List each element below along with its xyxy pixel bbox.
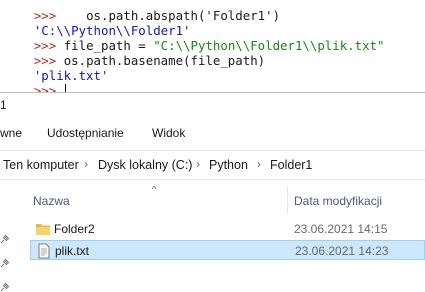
ribbon-tabs: wne Udostępnianie Widok	[0, 120, 425, 148]
breadcrumb-python[interactable]: Python	[209, 158, 248, 172]
tab-share[interactable]: Udostępnianie	[47, 126, 124, 140]
column-divider[interactable]	[287, 186, 288, 214]
chevron-right-icon[interactable]: ›	[257, 157, 261, 171]
file-date: 23.06.2021 14:23	[295, 244, 389, 258]
file-name: Folder2	[54, 222, 95, 236]
shell-prompt: >>>	[33, 83, 57, 92]
pin-icon[interactable]	[0, 258, 10, 268]
file-date: 23.06.2021 14:15	[294, 222, 388, 236]
chevron-right-icon[interactable]: ›	[196, 157, 200, 171]
tab-file[interactable]: wne	[0, 126, 22, 140]
pin-icon[interactable]	[0, 234, 10, 244]
column-header: ^ Nazwa Data modyfikacji	[0, 180, 425, 214]
folder-icon	[36, 224, 50, 235]
file-row-plik-txt[interactable]: plik.txt 23.06.2021 14:23	[30, 240, 425, 260]
column-name[interactable]: Nazwa	[33, 194, 70, 208]
text-cursor	[64, 84, 66, 92]
column-date-modified[interactable]: Data modyfikacji	[294, 194, 382, 208]
tab-view[interactable]: Widok	[152, 126, 185, 140]
breadcrumb-this-pc[interactable]: Ten komputer	[3, 158, 79, 172]
file-name: plik.txt	[55, 244, 90, 258]
pin-icon[interactable]	[0, 282, 10, 292]
window-divider	[0, 92, 425, 93]
shell-line-5[interactable]: >>>	[4, 68, 66, 92]
sort-ascending-icon: ^	[152, 184, 157, 194]
chevron-right-icon[interactable]: ›	[84, 157, 88, 171]
text-file-icon	[38, 243, 50, 259]
file-row-folder2[interactable]: Folder2 23.06.2021 14:15	[30, 219, 425, 239]
breadcrumb-local-disk[interactable]: Dysk lokalny (C:)	[98, 158, 192, 172]
address-bar[interactable]: Ten komputer › Dysk lokalny (C:) › Pytho…	[0, 150, 425, 180]
breadcrumb-folder1[interactable]: Folder1	[270, 158, 312, 172]
window-title: 1	[0, 98, 7, 112]
python-shell[interactable]: >>> os.path.abspath('Folder1') 'C:\\Pyth…	[0, 0, 425, 92]
